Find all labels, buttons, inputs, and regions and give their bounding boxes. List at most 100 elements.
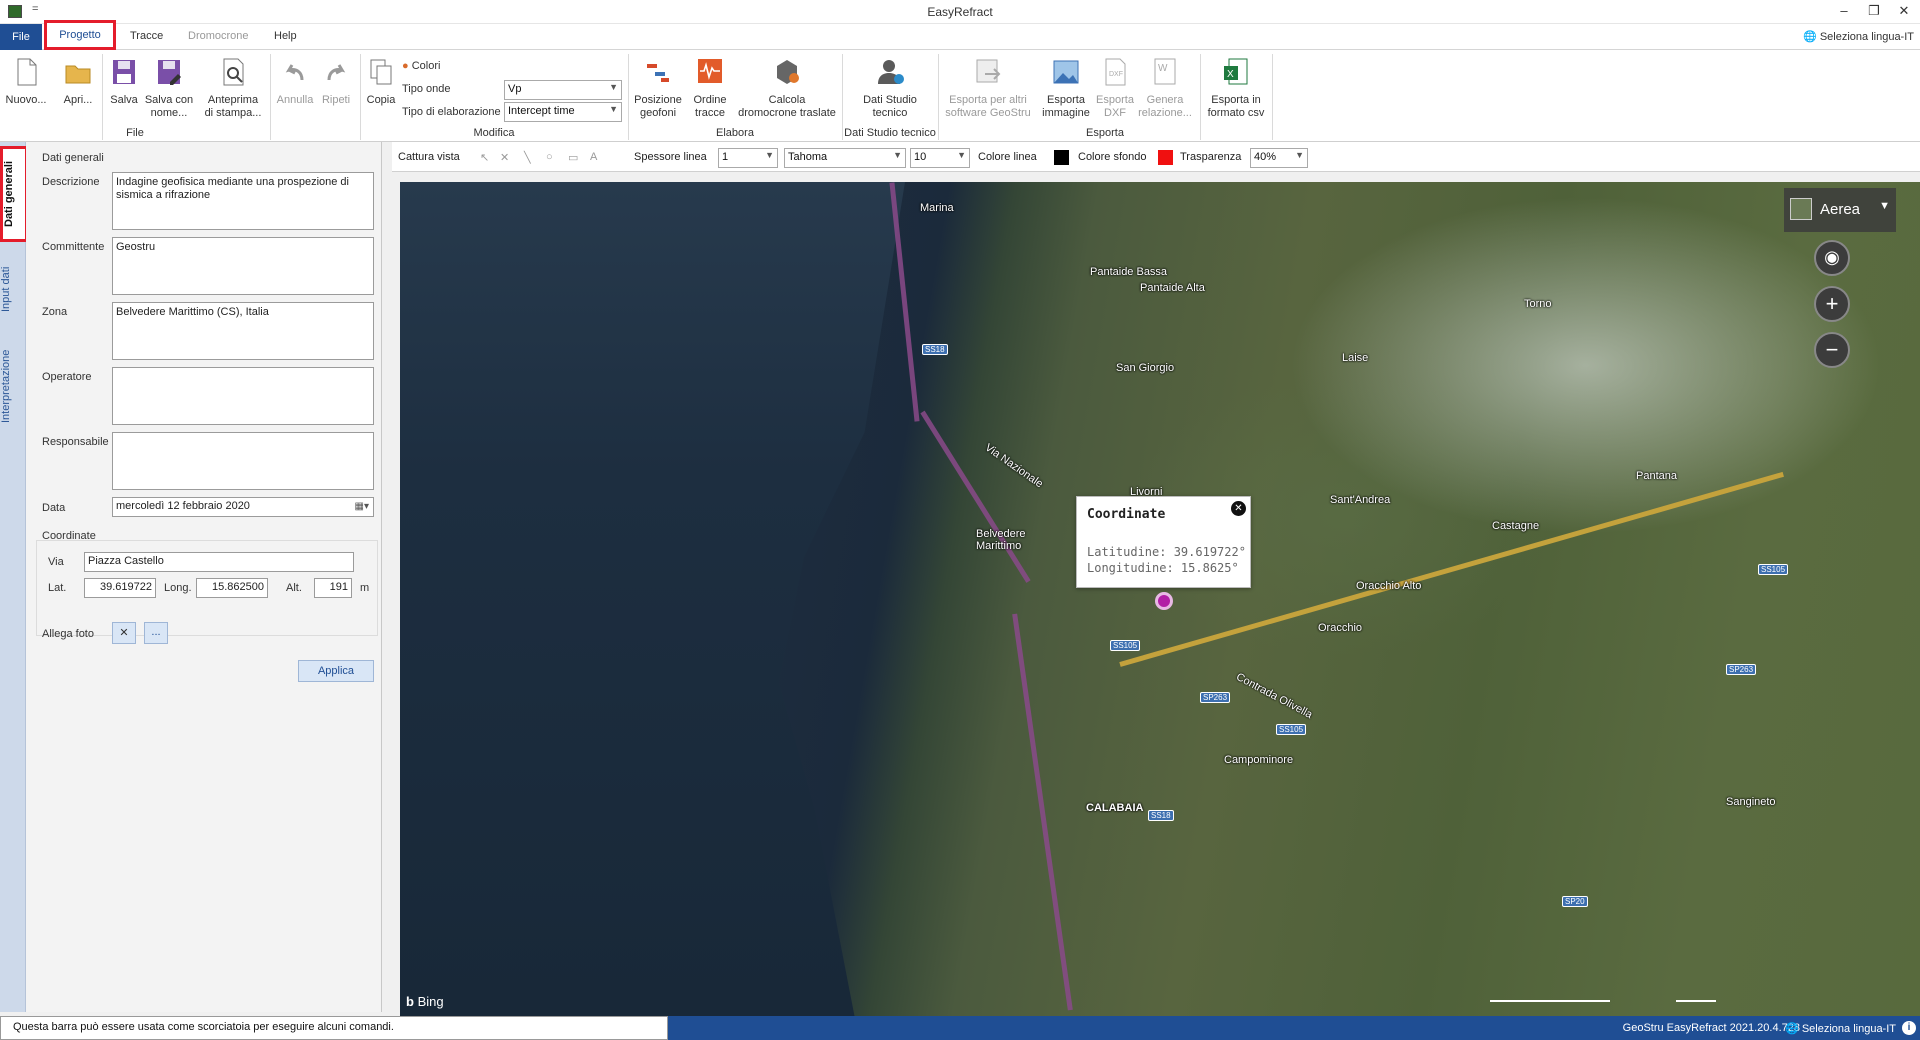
genera-relazione-button[interactable]: W Genera relazione... — [1136, 56, 1194, 120]
data-label: Data — [42, 502, 66, 514]
remove-photo-button[interactable]: ✕ — [112, 622, 136, 644]
lat-label: Lat. — [48, 582, 67, 594]
tab-input-dati[interactable]: Input dati — [0, 254, 26, 324]
ordine-tracce-button[interactable]: Ordine tracce — [688, 56, 732, 120]
status-language-selector[interactable]: 🌐 Seleziona lingua-IT — [1785, 1022, 1896, 1035]
tab-tracce[interactable]: Tracce — [130, 30, 163, 42]
committente-label: Committente — [42, 241, 105, 253]
menu-bar: File Progetto Tracce Dromocrone Help 🌐 S… — [0, 20, 1920, 50]
trasparenza-select[interactable]: 40% ▼ — [1250, 148, 1308, 168]
trasparenza-label: Trasparenza — [1180, 151, 1242, 163]
descrizione-field[interactable]: Indagine geofisica mediante una prospezi… — [112, 172, 374, 230]
tab-dromocrone[interactable]: Dromocrone — [188, 30, 249, 42]
calcola-dromocrone-button[interactable]: Calcola dromocrone traslate — [738, 56, 836, 120]
road-shield: SP263 — [1726, 664, 1757, 675]
zoom-in-button[interactable]: + — [1814, 286, 1850, 322]
calendar-icon[interactable]: ▦▾ — [355, 500, 369, 513]
popup-latitude: Latitudine: 39.619722° — [1087, 545, 1246, 559]
font-size-select[interactable]: 10 ▼ — [910, 148, 970, 168]
restore-button[interactable]: ❐ — [1864, 3, 1884, 19]
close-window-button[interactable]: ✕ — [1894, 3, 1914, 19]
via-field[interactable]: Piazza Castello — [84, 552, 354, 572]
text-tool-icon[interactable]: A — [590, 151, 597, 163]
committente-field[interactable]: Geostru — [112, 237, 374, 295]
posizione-geofoni-button[interactable]: Posizione geofoni — [634, 56, 682, 120]
ellipse-tool-icon[interactable]: ○ — [546, 151, 553, 163]
geophones-icon — [643, 56, 673, 88]
esporta-csv-button[interactable]: X Esporta in formato csv — [1204, 56, 1268, 120]
close-popup-button[interactable]: ✕ — [1231, 501, 1246, 516]
copy-icon — [366, 56, 396, 88]
date-picker[interactable]: mercoledì 12 febbraio 2020 ▦▾ — [112, 497, 374, 517]
place-label: Pantana — [1636, 470, 1677, 482]
location-pin[interactable] — [1155, 592, 1173, 610]
background-color-swatch[interactable] — [1158, 150, 1173, 165]
info-icon[interactable]: i — [1902, 1021, 1916, 1035]
tab-progetto[interactable]: Progetto — [44, 20, 116, 50]
tipo-elab-select[interactable]: Intercept time ▼ — [504, 102, 622, 122]
browse-photo-button[interactable]: ... — [144, 622, 168, 644]
popup-longitude: Longitudine: 15.8625° — [1087, 561, 1239, 575]
minimize-button[interactable]: – — [1834, 3, 1854, 18]
spessore-label: Spessore linea — [634, 151, 707, 163]
nuovo-button[interactable]: Nuovo... — [4, 56, 48, 107]
pointer-icon[interactable]: ↖ — [480, 151, 489, 164]
font-select[interactable]: Tahoma ▼ — [784, 148, 906, 168]
alt-field[interactable]: 191 — [314, 578, 352, 598]
chevron-down-icon: ▼ — [609, 104, 618, 114]
descrizione-label: Descrizione — [42, 176, 100, 188]
tab-dati-generali[interactable]: Dati generali — [0, 146, 28, 242]
allega-foto-label: Allega foto — [42, 628, 94, 640]
apri-label: Apri... — [63, 94, 93, 106]
zona-field[interactable]: Belvedere Marittimo (CS), Italia — [112, 302, 374, 360]
tab-interpretazione[interactable]: Interpretazione — [0, 336, 26, 436]
command-hint-bar[interactable]: Questa barra può essere usata come scorc… — [0, 1016, 668, 1040]
tab-file[interactable]: File — [0, 24, 42, 50]
long-field[interactable]: 15.862500 — [196, 578, 268, 598]
zona-label: Zona — [42, 306, 68, 318]
operatore-label: Operatore — [42, 371, 92, 383]
tab-help[interactable]: Help — [274, 30, 297, 42]
lat-field[interactable]: 39.619722 — [84, 578, 156, 598]
coordinate-popup: Coordinate Latitudine: 39.619722° Longit… — [1076, 496, 1251, 588]
esporta-immagine-button[interactable]: Esporta immagine — [1040, 56, 1092, 120]
colori-button[interactable]: ● Colori — [402, 60, 440, 72]
anteprima-button[interactable]: Anteprima di stampa... — [204, 56, 262, 120]
salva-button[interactable]: Salva — [106, 56, 142, 107]
spessore-select[interactable]: 1 ▼ — [718, 148, 778, 168]
delete-shape-icon[interactable]: ✕ — [500, 151, 509, 164]
operatore-field[interactable] — [112, 367, 374, 425]
place-label: Marina — [920, 202, 954, 214]
copia-button[interactable]: Copia — [364, 56, 398, 107]
separator — [1272, 54, 1273, 140]
zoom-out-button[interactable]: − — [1814, 332, 1850, 368]
apri-button[interactable]: Apri... — [56, 56, 100, 107]
line-tool-icon[interactable]: ╲ — [524, 151, 531, 164]
place-label: Belvedere Marittimo — [976, 528, 1026, 552]
locate-me-button[interactable]: ◉ — [1814, 240, 1850, 276]
dati-studio-button[interactable]: Dati Studio tecnico — [848, 56, 932, 120]
ripeti-button[interactable]: Ripeti — [316, 56, 356, 107]
copia-label: Copia — [366, 94, 396, 106]
language-selector[interactable]: 🌐 Seleziona lingua-IT — [1803, 30, 1914, 43]
responsabile-field[interactable] — [112, 432, 374, 490]
line-color-swatch[interactable] — [1054, 150, 1069, 165]
annulla-button[interactable]: Annulla — [274, 56, 316, 107]
applica-button[interactable]: Applica — [298, 660, 374, 682]
rectangle-tool-icon[interactable]: ▭ — [568, 151, 578, 164]
chevron-down-icon: ▼ — [609, 82, 618, 92]
save-as-icon — [154, 56, 184, 88]
spessore-value: 1 — [722, 151, 729, 163]
tipo-elab-value: Intercept time — [508, 105, 575, 117]
tipo-onde-select[interactable]: Vp ▼ — [504, 80, 622, 100]
bing-logo: b Bing — [406, 994, 444, 1009]
cattura-vista-button[interactable]: Cattura vista — [398, 151, 460, 163]
road-shield: SS105 — [1276, 724, 1307, 735]
esporta-altri-button[interactable]: Esporta per altri software GeoStru — [944, 56, 1032, 120]
salva-con-nome-button[interactable]: Salva con nome... — [144, 56, 194, 120]
map-mode-selector[interactable]: Aerea ▼ — [1784, 188, 1896, 232]
esporta-dxf-button[interactable]: DXF Esporta DXF — [1094, 56, 1136, 120]
long-label: Long. — [164, 582, 192, 594]
group-esporta: Esporta — [1086, 127, 1124, 139]
ordine-tracce-label: Ordine tracce — [693, 94, 727, 119]
